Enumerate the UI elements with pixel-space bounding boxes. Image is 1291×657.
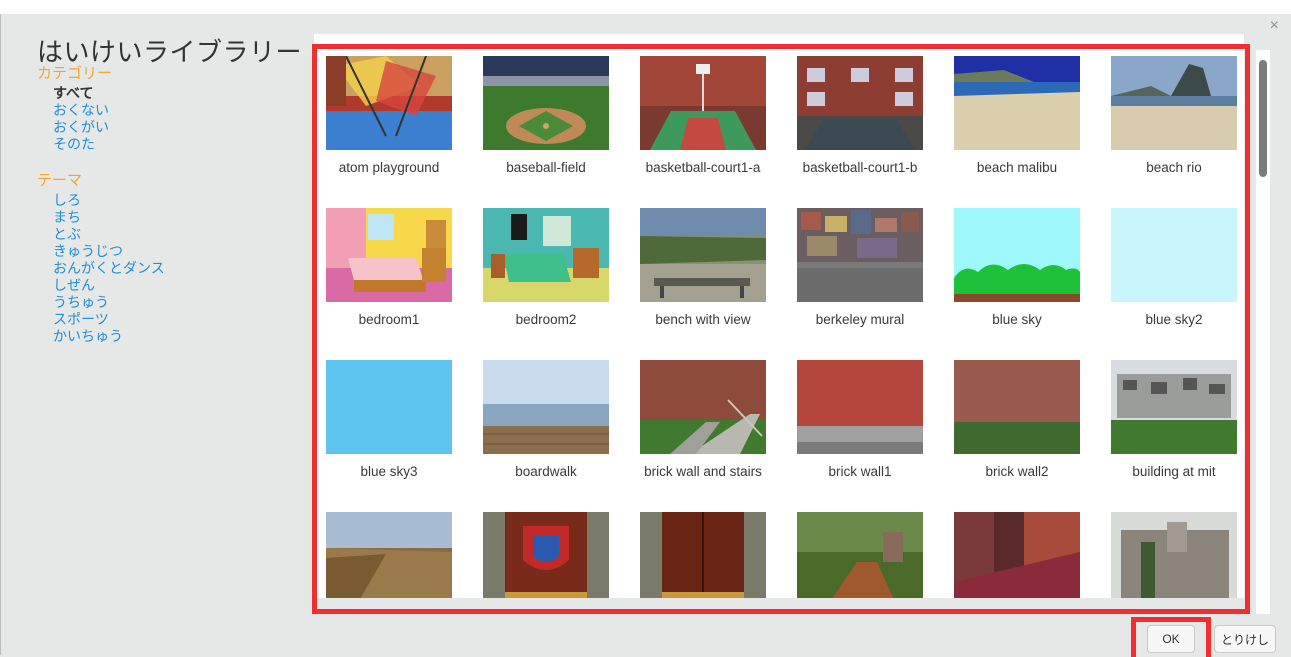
backdrop-thumbnail — [954, 512, 1080, 598]
backdrop-thumbnail — [326, 208, 452, 302]
scrollbar-thumb[interactable] — [1259, 60, 1267, 177]
backdrop-tile-brick-wall-and-stairs[interactable]: brick wall and stairs — [638, 360, 795, 512]
backdrop-name: boardwalk — [515, 464, 577, 479]
category-section-label: カテゴリー — [37, 65, 113, 82]
backdrop-thumbnail — [954, 360, 1080, 454]
sidebar: カテゴリー すべて おくない おくがい そのた テーマ しろ まち とぶ きゅう… — [37, 64, 297, 345]
backdrop-name: brick wall1 — [828, 464, 892, 479]
backdrop-tile-blue-sky[interactable]: blue sky — [952, 208, 1109, 360]
backdrop-thumbnail — [1111, 512, 1237, 598]
backdrop-tile-basketball-court1-b[interactable]: basketball-court1-b — [795, 56, 952, 208]
backdrop-tile-castle3[interactable] — [795, 512, 952, 598]
backdrop-tile-canyon[interactable] — [324, 512, 481, 598]
backdrop-thumbnail — [326, 512, 452, 598]
backdrop-name: blue sky — [992, 312, 1042, 327]
backdrop-thumbnail — [483, 512, 609, 598]
backdrop-name: atom playground — [338, 160, 440, 175]
backdrop-name: basketball-court1-b — [802, 160, 918, 175]
backdrop-thumbnail — [640, 56, 766, 150]
backdrop-name: brick wall and stairs — [644, 464, 762, 479]
backdrop-tile-beach-malibu[interactable]: beach malibu — [952, 56, 1109, 208]
backdrop-thumbnail — [1111, 208, 1237, 302]
backdrop-tile-blue-sky2[interactable]: blue sky2 — [1109, 208, 1244, 360]
backdrop-name: blue sky2 — [1145, 312, 1203, 327]
backdrop-tile-berkeley-mural[interactable]: berkeley mural — [795, 208, 952, 360]
theme-item-underwater[interactable]: かいちゅう — [37, 328, 297, 345]
backdrop-tile-building-at-mit[interactable]: building at mit — [1109, 360, 1244, 512]
backdrop-grid: atom playground baseball-field basketbal… — [324, 56, 1244, 598]
backdrop-tile-brick-wall2[interactable]: brick wall2 — [952, 360, 1109, 512]
theme-item-castle[interactable]: しろ — [37, 192, 297, 209]
backdrop-tile-chalkboard[interactable] — [1109, 512, 1244, 598]
backdrop-tile-castle2[interactable] — [638, 512, 795, 598]
top-strip — [0, 0, 1291, 14]
backdrop-name: brick wall2 — [985, 464, 1049, 479]
backdrop-tile-atom-playground[interactable]: atom playground — [324, 56, 481, 208]
backdrop-thumbnail — [797, 512, 923, 598]
cancel-button[interactable]: とりけし — [1214, 625, 1276, 653]
backdrop-thumbnail — [640, 512, 766, 598]
backdrop-tile-bedroom2[interactable]: bedroom2 — [481, 208, 638, 360]
backdrop-name: beach rio — [1146, 160, 1202, 175]
backdrop-name: berkeley mural — [815, 312, 905, 327]
category-item-other[interactable]: そのた — [37, 136, 297, 153]
backdrop-tile-beach-rio[interactable]: beach rio — [1109, 56, 1244, 208]
backdrop-tile-brick-wall1[interactable]: brick wall1 — [795, 360, 952, 512]
backdrop-thumbnail — [797, 208, 923, 302]
backdrop-thumbnail — [1111, 360, 1237, 454]
backdrop-tile-bench-with-view[interactable]: bench with view — [638, 208, 795, 360]
backdrop-thumbnail — [954, 208, 1080, 302]
theme-section-label: テーマ — [37, 172, 83, 189]
close-icon[interactable]: × — [1270, 18, 1279, 34]
backdrop-name: bench with view — [655, 312, 751, 327]
theme-item-nature[interactable]: しぜん — [37, 277, 297, 294]
backdrop-thumbnail — [326, 360, 452, 454]
backdrop-name: bedroom1 — [358, 312, 420, 327]
backdrop-thumbnail — [797, 56, 923, 150]
backdrop-thumbnail — [326, 56, 452, 150]
theme-item-holiday[interactable]: きゅうじつ — [37, 243, 297, 260]
category-item-outdoors[interactable]: おくがい — [37, 119, 297, 136]
category-list: すべて おくない おくがい そのた — [37, 85, 297, 153]
theme-item-flying[interactable]: とぶ — [37, 226, 297, 243]
backdrop-thumbnail — [483, 360, 609, 454]
backdrop-thumbnail — [954, 56, 1080, 150]
backdrop-tile-boardwalk[interactable]: boardwalk — [481, 360, 638, 512]
backdrop-thumbnail — [640, 360, 766, 454]
backdrop-tile-bedroom1[interactable]: bedroom1 — [324, 208, 481, 360]
backdrop-thumbnail — [797, 360, 923, 454]
backdrop-name: bedroom2 — [515, 312, 577, 327]
ok-button[interactable]: OK — [1147, 625, 1195, 653]
backdrop-name: beach malibu — [976, 160, 1058, 175]
category-item-indoors[interactable]: おくない — [37, 102, 297, 119]
backdrop-name: building at mit — [1132, 464, 1216, 479]
backdrop-name: blue sky3 — [360, 464, 418, 479]
backdrop-name: baseball-field — [506, 160, 586, 175]
theme-item-space[interactable]: うちゅう — [37, 294, 297, 311]
theme-item-sports[interactable]: スポーツ — [37, 311, 297, 328]
backdrop-thumbnail — [483, 208, 609, 302]
backdrop-thumbnail — [1111, 56, 1237, 150]
backdrop-grid-panel[interactable]: atom playground baseball-field basketbal… — [314, 34, 1244, 598]
backdrop-thumbnail — [640, 208, 766, 302]
backdrop-thumbnail — [483, 56, 609, 150]
backdrop-tile-castle1[interactable] — [481, 512, 638, 598]
backdrop-tile-blue-sky3[interactable]: blue sky3 — [324, 360, 481, 512]
backdrop-name: basketball-court1-a — [645, 160, 761, 175]
theme-item-music-dance[interactable]: おんがくとダンス — [37, 260, 297, 277]
backdrop-tile-castle4[interactable] — [952, 512, 1109, 598]
theme-list: しろ まち とぶ きゅうじつ おんがくとダンス しぜん うちゅう スポーツ かい… — [37, 192, 297, 345]
backdrop-tile-baseball-field[interactable]: baseball-field — [481, 56, 638, 208]
category-item-all[interactable]: すべて — [37, 85, 297, 102]
backdrop-tile-basketball-court1-a[interactable]: basketball-court1-a — [638, 56, 795, 208]
theme-item-city[interactable]: まち — [37, 209, 297, 226]
